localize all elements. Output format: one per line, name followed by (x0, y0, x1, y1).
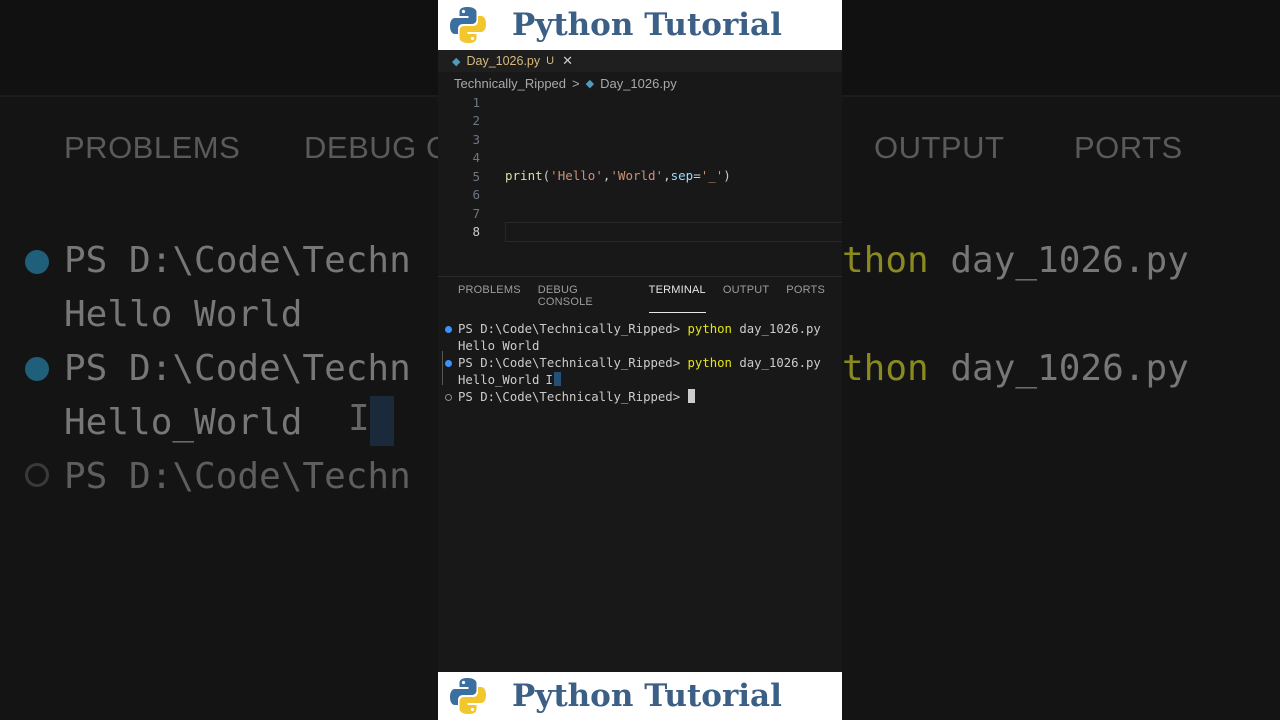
code-line-5: print('Hello','World',sep='_') (505, 168, 731, 183)
code-editor[interactable]: 1 2 3 4 5 6 7 8 print('Hello','World',se… (438, 92, 842, 242)
terminal-line: PS D:\Code\Technically_Ripped> python da… (458, 356, 821, 370)
background-ibeam: I (348, 398, 370, 439)
command-gutter-bar (442, 351, 443, 385)
tab-output[interactable]: OUTPUT (723, 284, 769, 306)
terminal-prompt-line: PS D:\Code\Technically_Ripped> (458, 389, 695, 406)
tab-problems[interactable]: PROBLEMS (458, 284, 521, 306)
python-logo-icon (450, 7, 486, 43)
selection-cursor (553, 372, 561, 386)
banner-bottom: Python Tutorial (438, 672, 842, 720)
line-number: 3 (472, 132, 480, 147)
chevron-right-icon: > (572, 75, 580, 91)
editor-tab-bar: ◆ Day_1026.py U ✕ (438, 50, 842, 72)
text-cursor-ibeam: I (545, 373, 553, 387)
vscode-window: Python Tutorial ◆ Day_1026.py U ✕ Techni… (438, 0, 842, 720)
line-number: 6 (472, 187, 480, 202)
python-file-icon: ◆ (585, 77, 595, 90)
python-file-icon: ◆ (452, 55, 461, 68)
terminal-output: Hello World (458, 339, 540, 353)
current-line-highlight (505, 222, 842, 242)
terminal-line: PS D:\Code\Technically_Ripped> python da… (458, 322, 821, 336)
line-number-active: 8 (472, 224, 480, 239)
tab-filename: Day_1026.py (466, 54, 541, 68)
command-pending-ring (445, 394, 452, 401)
untracked-badge: U (546, 55, 555, 67)
background-tab-problems: PROBLEMS (64, 130, 241, 165)
panel-tab-bar: PROBLEMS DEBUG CONSOLE TERMINAL OUTPUT P… (458, 284, 842, 313)
background-tab-output: OUTPUT (874, 130, 1005, 165)
terminal-cursor (687, 389, 695, 403)
command-success-dot (445, 326, 452, 333)
background-line-4: Hello_World (64, 402, 303, 443)
tab-ports[interactable]: PORTS (786, 284, 825, 306)
background-line-2: Hello World (64, 294, 303, 335)
line-number: 1 (472, 95, 480, 110)
tab-terminal[interactable]: TERMINAL (648, 284, 707, 313)
breadcrumb-file[interactable]: Day_1026.py (600, 76, 677, 91)
close-icon[interactable]: ✕ (562, 53, 573, 69)
banner-title: Python Tutorial (512, 7, 782, 43)
background-status-dot (25, 250, 49, 274)
background-line-3: PS D:\Code\Techn (64, 348, 411, 389)
line-number: 2 (472, 113, 480, 128)
terminal-output: Hello_World I (458, 372, 561, 389)
background-caret (370, 396, 394, 446)
background-line-5: PS D:\Code\Techn (64, 456, 411, 497)
panel-divider (438, 276, 842, 277)
background-tab-debug: DEBUG C (304, 130, 449, 165)
background-status-ring (25, 463, 49, 487)
background-status-dot (25, 357, 49, 381)
line-number: 5 (472, 169, 480, 184)
python-logo-icon (450, 678, 486, 714)
line-number: 7 (472, 206, 480, 221)
banner-top: Python Tutorial (438, 0, 842, 50)
tab-debug-console[interactable]: DEBUG CONSOLE (538, 284, 632, 308)
breadcrumb: Technically_Ripped > ◆ Day_1026.py (454, 72, 677, 94)
command-success-dot (445, 360, 452, 367)
background-right-line-2: thon day_1026.py (842, 348, 1189, 389)
background-line-1: PS D:\Code\Techn (64, 240, 411, 281)
breadcrumb-folder[interactable]: Technically_Ripped (454, 76, 566, 91)
background-tab-ports: PORTS (1074, 130, 1183, 165)
background-right-line-1: thon day_1026.py (842, 240, 1189, 281)
line-number: 4 (472, 150, 480, 165)
banner-title: Python Tutorial (512, 678, 782, 714)
editor-tab-day-1026[interactable]: ◆ Day_1026.py U ✕ (438, 50, 574, 72)
